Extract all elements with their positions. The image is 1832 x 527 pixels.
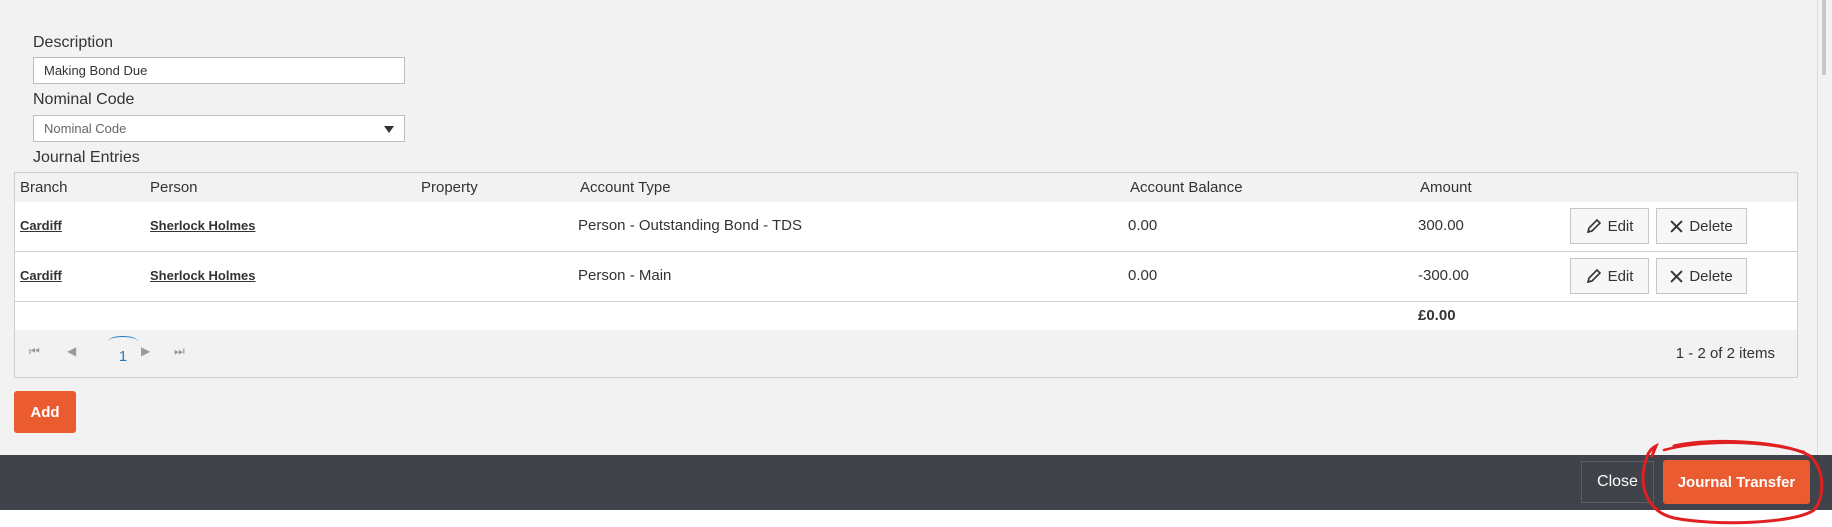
add-button[interactable]: Add (14, 391, 76, 433)
journal-entries-grid: Branch Person Property Account Type Acco… (14, 172, 1798, 378)
journal-entries-label: Journal Entries (33, 149, 140, 166)
page-number-current[interactable]: 1 (105, 336, 141, 366)
header-property[interactable]: Property (421, 179, 478, 196)
header-amount[interactable]: Amount (1420, 179, 1472, 196)
grid-total-row: £0.00 (15, 302, 1797, 331)
grid-header: Branch Person Property Account Type Acco… (15, 173, 1797, 203)
grid-pager: ⏮ ◀ 1 ▶ ⏭ 1 - 2 of 2 items (15, 330, 1797, 377)
delete-button[interactable]: Delete (1656, 208, 1747, 244)
page-bottom-area (0, 510, 1832, 527)
table-row: Cardiff Sherlock Holmes Person - Outstan… (15, 202, 1797, 252)
edit-label: Edit (1607, 217, 1634, 235)
amount-cell: -300.00 (1418, 267, 1469, 284)
journal-transfer-button[interactable]: Journal Transfer (1663, 460, 1810, 504)
description-label: Description (33, 34, 114, 51)
total-amount: £0.00 (1418, 307, 1456, 324)
description-input[interactable]: Making Bond Due (33, 57, 405, 84)
table-row: Cardiff Sherlock Holmes Person - Main 0.… (15, 252, 1797, 302)
delete-label: Delete (1689, 267, 1733, 285)
delete-label: Delete (1689, 217, 1733, 235)
edit-button[interactable]: Edit (1570, 208, 1649, 244)
chevron-down-icon[interactable] (384, 126, 394, 133)
page-indicator-arc (108, 336, 138, 347)
pencil-icon (1586, 218, 1601, 234)
edit-button[interactable]: Edit (1570, 258, 1649, 294)
header-account-balance[interactable]: Account Balance (1130, 179, 1243, 196)
edit-label: Edit (1607, 267, 1634, 285)
pencil-icon (1586, 268, 1601, 284)
close-icon (1670, 219, 1683, 233)
branch-link[interactable]: Cardiff (20, 268, 62, 283)
page-number-label: 1 (118, 348, 128, 365)
scrollbar-thumb[interactable] (1822, 0, 1826, 75)
person-link[interactable]: Sherlock Holmes (150, 268, 256, 283)
scrollbar[interactable] (1817, 0, 1832, 455)
nominal-code-label: Nominal Code (33, 91, 135, 108)
person-link[interactable]: Sherlock Holmes (150, 218, 256, 233)
account-type-cell: Person - Main (578, 267, 672, 284)
account-balance-cell: 0.00 (1128, 217, 1158, 234)
header-account-type[interactable]: Account Type (580, 179, 671, 196)
modal-footer: Close Journal Transfer (0, 455, 1832, 510)
close-icon (1670, 269, 1683, 283)
next-page-icon[interactable]: ▶ (141, 344, 150, 358)
first-page-icon[interactable]: ⏮ (29, 344, 40, 359)
delete-button[interactable]: Delete (1656, 258, 1747, 294)
account-type-cell: Person - Outstanding Bond - TDS (578, 217, 803, 234)
nominal-code-placeholder: Nominal Code (44, 121, 127, 136)
pager-info: 1 - 2 of 2 items (1675, 345, 1775, 362)
modal-body: Description Making Bond Due Nominal Code… (0, 0, 1818, 455)
prev-page-icon[interactable]: ◀ (67, 344, 76, 358)
nominal-code-select[interactable]: Nominal Code (33, 115, 405, 142)
close-button[interactable]: Close (1581, 461, 1654, 503)
amount-cell: 300.00 (1418, 217, 1464, 234)
header-person[interactable]: Person (150, 179, 198, 196)
last-page-icon[interactable]: ⏭ (174, 344, 185, 359)
branch-link[interactable]: Cardiff (20, 218, 62, 233)
account-balance-cell: 0.00 (1128, 267, 1158, 284)
header-branch[interactable]: Branch (20, 179, 68, 196)
